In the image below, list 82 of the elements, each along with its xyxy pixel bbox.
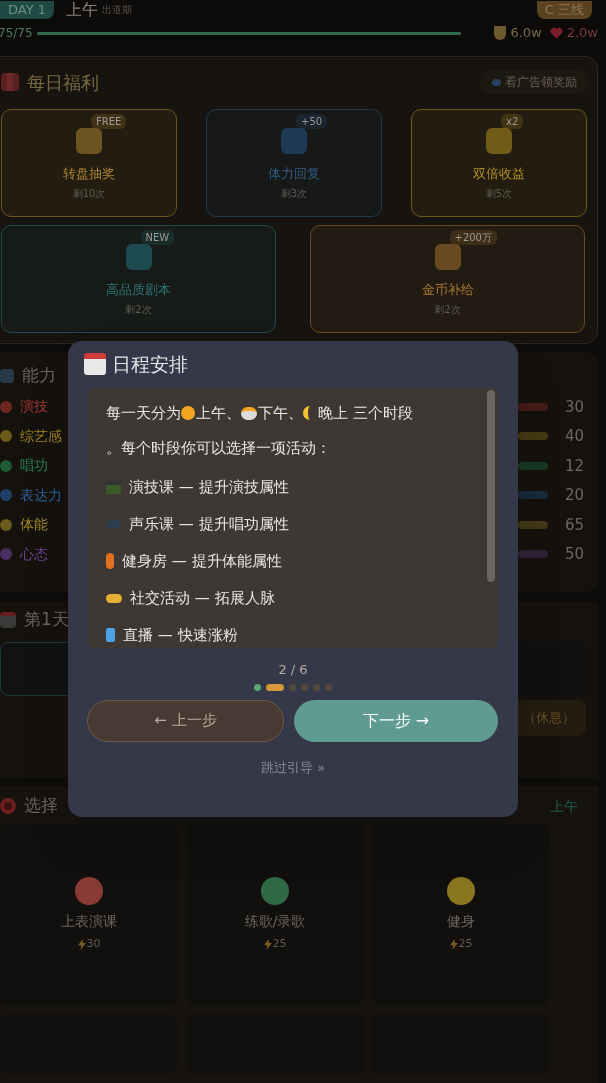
intro-text: 。每个时段你可以选择一项活动： [106, 438, 332, 459]
remaining-count: 剩5次 [485, 186, 513, 201]
calendar-icon [84, 353, 106, 375]
stat-name: 演技 [20, 397, 48, 417]
heart-icon [549, 27, 563, 39]
activity-name: 上表演课 [61, 912, 117, 932]
stat-bar-track [518, 461, 548, 470]
calendar-icon [0, 612, 16, 628]
card-badge: FREE [91, 114, 127, 129]
remaining-count: 剩2次 [434, 302, 461, 317]
clapper-icon [106, 480, 121, 494]
energy-cost: 25 [449, 936, 473, 953]
bolt-icon [77, 939, 86, 950]
panel-title: 每日福利 [27, 70, 99, 95]
section-title: 选择 [24, 794, 58, 818]
stat-name: 唱功 [20, 456, 48, 476]
stat-name: 心态 [20, 544, 48, 564]
reward-card[interactable]: +200万 金币补给 剩2次 [310, 225, 585, 333]
stat-name: 表达力 [20, 485, 62, 505]
card-title: 金币补给 [421, 281, 474, 299]
career-stage: 出道期 [102, 3, 132, 17]
activity-description: 社交活动 — 拓展人脉 [130, 587, 275, 609]
activity-card[interactable]: 上表演课 30 [0, 824, 178, 1006]
stat-name: 综艺感 [20, 426, 62, 446]
gift-icon [1, 73, 19, 91]
energy-cost: 30 [77, 936, 101, 953]
remaining-count: 剩3次 [280, 186, 308, 201]
target-icon [0, 798, 16, 814]
stat-bar-track [518, 520, 548, 529]
stat-bar-track [518, 402, 548, 411]
reward-card[interactable]: NEW 高品质剧本 剩2次 [1, 225, 276, 333]
card-title: 高品质剧本 [106, 281, 171, 299]
reward-card[interactable]: +50 体力回复 剩3次 [206, 109, 382, 217]
intro-text: 每一天分为 上午、 下午、 晚上 三个时段 [106, 402, 414, 424]
stat-bar-track [518, 491, 548, 500]
stat-value: 50 [563, 544, 585, 565]
reward-card[interactable]: x2 双倍收益 剩5次 [411, 109, 587, 217]
scrollbar[interactable] [487, 390, 495, 582]
activity-card[interactable]: 练歌/录歌 25 [186, 824, 364, 1006]
reward-card[interactable]: FREE 转盘抽奖 剩10次 [1, 109, 177, 217]
day-badge: DAY 1 [0, 1, 54, 19]
stat-name: 体能 [20, 515, 48, 535]
activity-description: 直播 — 快速涨粉 [123, 624, 238, 646]
phone-icon [106, 628, 115, 642]
card-title: 体力回复 [268, 165, 320, 183]
activity-name: 健身 [447, 912, 475, 932]
card-badge: x2 [501, 114, 524, 129]
skip-link[interactable]: 跳过引导 » [260, 757, 326, 777]
stat-value: 20 [563, 485, 585, 506]
remaining-count: 剩10次 [72, 186, 106, 201]
card-title: 双倍收益 [473, 165, 525, 183]
sun-icon [181, 406, 195, 420]
stat-value: 40 [563, 426, 585, 447]
coin-amount: 6.0w [510, 24, 542, 43]
time-period: 上午 [66, 0, 98, 20]
activity-name: 练歌/录歌 [244, 912, 306, 932]
stat-bar-track [518, 550, 548, 559]
bolt-icon [449, 939, 458, 950]
fans-amount: 2.0w [566, 24, 598, 43]
bolt-icon [263, 939, 272, 950]
stat-bar-track [518, 432, 548, 441]
panel-title: 能力 [22, 364, 56, 388]
stat-value: 65 [563, 514, 585, 536]
stat-value: 30 [563, 396, 585, 418]
energy-cost: 25 [263, 936, 287, 953]
cloud-sun-icon [241, 406, 257, 420]
card-title: 转盘抽奖 [63, 165, 115, 183]
activity-description: 演技课 — 提升演技属性 [129, 476, 289, 498]
dialog-title: 日程安排 [112, 351, 188, 377]
activity-description: 声乐课 — 提升唱功属性 [129, 513, 289, 535]
previous-button[interactable]: ← 上一步 [87, 699, 284, 742]
card-badge: NEW [140, 230, 175, 245]
activity-card[interactable]: 健身 25 [372, 824, 550, 1006]
card-badge: +50 [296, 114, 328, 129]
watch-ad-button[interactable]: 看广告领奖励 [480, 70, 589, 94]
stat-value: 12 [563, 455, 585, 477]
section-title: 第1天 [24, 608, 69, 632]
activity-description: 健身房 — 提升体能属性 [122, 550, 282, 572]
remaining-count: 剩2次 [125, 302, 152, 317]
page-indicator: 2 / 6 [278, 661, 308, 679]
next-button[interactable]: 下一步 → [294, 699, 498, 742]
card-badge: +200万 [449, 230, 497, 245]
